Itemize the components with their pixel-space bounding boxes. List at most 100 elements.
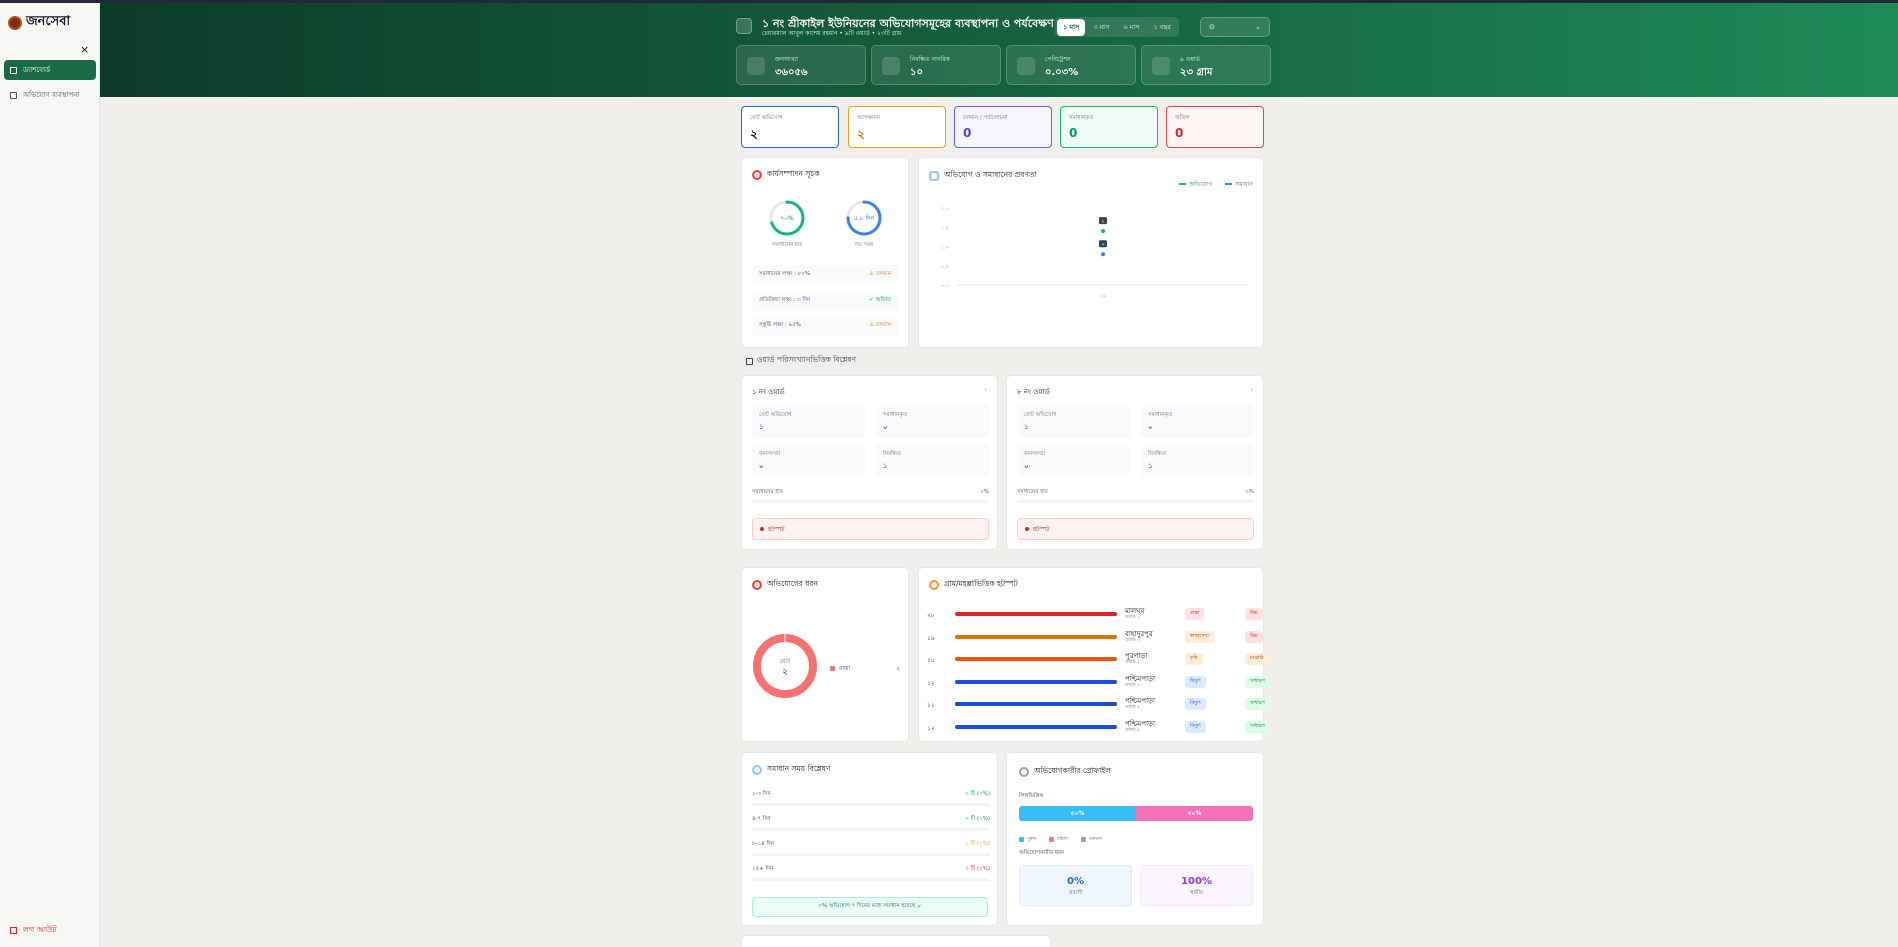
hotspot-row[interactable]: ১২ পশ্চিমপাড়া ওয়ার্ড ২ বিদ্যুৎ সাধারণ [927, 695, 1270, 713]
row-label: ১-৩ দিন [752, 791, 771, 797]
complainant-profile-panel: অভিযোগকারীর প্রোফাইল লিঙ্গভিত্তিক ৫০% ৫০… [1006, 752, 1264, 926]
cell-label: মোট অভিযোগ [759, 412, 792, 418]
users-icon [747, 57, 765, 75]
sidebar-item-label: ড্যাশবোর্ড [23, 66, 51, 74]
row-value: ০ টি (০%) [965, 866, 990, 872]
y-tick-label: ২.০ [941, 206, 949, 212]
location-filter-select[interactable]: ⊙ ⌄ [1200, 17, 1270, 37]
check-icon: ✓ [915, 904, 922, 910]
brand[interactable]: জনসেবা [8, 12, 70, 33]
complainant-type-expat: 0% প্রবাসী [1019, 865, 1132, 906]
hotspot-ward: ওয়ার্ড ৩ [1125, 637, 1140, 643]
resolution-row: ৪-৭ দিন ০ টি (০%) [752, 816, 990, 831]
alert-dot-icon [1025, 527, 1029, 531]
stat-label: নিবন্ধিত নাগরিক [910, 56, 950, 63]
tab-1-month[interactable]: ১ মাস [1057, 18, 1086, 36]
gauge-value: ৭০% [780, 215, 794, 222]
profile-title: অভিযোগকারীর প্রোফাইল [1034, 766, 1111, 775]
chart-icon [1017, 57, 1035, 75]
resolution-row: ১-৩ দিন ০ টি (০%) [752, 791, 990, 806]
row-track [752, 803, 990, 806]
donut-slice-road[interactable] [753, 634, 817, 698]
cell-label: নিবন্ধিত [883, 451, 901, 457]
x-tick-label: ২৫ [1100, 293, 1107, 299]
page-subtitle: চেয়ারম্যান আবুল কাশেম রহমান • ৯টি ওয়ার… [762, 30, 902, 37]
target-icon [752, 170, 762, 180]
ward-stat-cell: নিবন্ধিত ১ [1141, 444, 1254, 477]
logout-icon [10, 927, 17, 934]
avg-time-gauge: ৫.৮ দিন [846, 200, 882, 236]
sidebar-item-complaints[interactable]: অভিযোগ ব্যবস্থাপনা [4, 85, 96, 105]
panel-title: কার্যসম্পাদন সূচক [752, 169, 820, 181]
stat-label: জনসংখ্যা [775, 56, 798, 63]
tab-3-months[interactable]: ৩ মাস [1087, 19, 1115, 36]
hotspot-ward: ওয়ার্ড ১ [1125, 682, 1140, 688]
types-legend-item[interactable]: রাস্তা ২ [830, 663, 900, 674]
status-card-resolved[interactable]: সমাধানকৃত 0 [1060, 106, 1158, 148]
resolution-time-panel: সমাধান সময় বিশ্লেষণ ১-৩ দিন ০ টি (০%) ৪-… [741, 752, 998, 926]
category-badge: স্বাস্থ্যসেবা [1185, 630, 1214, 643]
hotspot-row[interactable]: ১৫ পুরপাড়া ওয়ার্ড ৫ কৃষি মাঝারি [927, 650, 1269, 668]
ward-title: ৮ নং ওয়ার্ড [1017, 388, 1050, 396]
status-card-in-progress[interactable]: চলমান / পর্যালোচনা 0 [954, 106, 1052, 148]
row-value: ০ টি (০%) [965, 841, 990, 847]
kpi-row-status: ⚠ চলমান [869, 322, 891, 330]
y-tick-label: ১.৫ [941, 225, 949, 231]
ward-card-8[interactable]: ৮ নং ওয়ার্ড › মোট অভিযোগ ১ সমাধানকৃত ০ জন… [1006, 375, 1264, 550]
ward-stat-cell: নিবন্ধিত ১ [876, 444, 989, 477]
fire-icon [929, 580, 939, 590]
hotspot-count: ১২ [927, 702, 935, 709]
ward-title: ১ নং ওয়ার্ড [752, 388, 785, 396]
severity-badge: সাধারণ [1245, 698, 1270, 710]
header-stat-penetration: পেনিট্রেশন ০.০৩% [1006, 45, 1136, 85]
chevron-right-icon[interactable]: › [1250, 386, 1253, 394]
cell-label: সমাধানকৃত [1148, 412, 1173, 418]
data-point [1101, 252, 1105, 257]
category-badge: বিদ্যুৎ [1185, 720, 1206, 733]
ward-stat-cell: সমাধানকৃত ০ [1141, 405, 1254, 438]
gender-seg-male[interactable]: ৫০% [1019, 806, 1136, 821]
kpi-row-label: সন্তুষ্টি লক্ষ্য : ৯৫% [759, 322, 801, 328]
chevron-right-icon[interactable]: › [984, 386, 987, 394]
hotspot-row[interactable]: ১২ পশ্চিমপাড়া ওয়ার্ড ৪ বিদ্যুৎ সাধারণ [927, 718, 1270, 736]
hotspot-row[interactable]: ২৮ মালঘর ওয়ার্ড ১ রাস্তা উচ্চ [927, 605, 1267, 623]
hotspot-ward: ওয়ার্ড ৫ [1125, 660, 1140, 665]
stat-value: ০.০৩% [1045, 67, 1079, 78]
sidebar-item-label: অভিযোগ ব্যবস্থাপনা [23, 91, 80, 99]
cell-value: ১ [759, 423, 764, 431]
severity-badge: উচ্চ [1245, 608, 1263, 620]
ward-rate-bar [752, 500, 989, 503]
ward-card-1[interactable]: ১ নং ওয়ার্ড › মোট অভিযোগ ১ সমাধানকৃত ০ জন… [741, 375, 998, 550]
card-label: বাতিল [1175, 115, 1190, 121]
complaint-types-panel: অভিযোগের ধরন মোট ২ রাস্তা ২ [741, 567, 909, 742]
stat-label: পেনিট্রেশন [1045, 56, 1071, 63]
legend-label: মহিলা [1057, 837, 1068, 842]
next-panel-partial [741, 935, 1051, 947]
tab-6-months[interactable]: ৬ মাস [1117, 19, 1145, 36]
cell-value: ১ [883, 462, 888, 470]
warning-icon: ⚠ [869, 271, 876, 277]
panel-title: গ্রাম/মহল্লাভিত্তিক হটস্পট [929, 579, 1018, 591]
status-text: অর্জিত [875, 297, 891, 303]
point-label: ০ [1101, 242, 1104, 248]
tab-1-year[interactable]: ১ বছর [1147, 19, 1176, 36]
ward-rate-bar [1017, 500, 1254, 503]
resolution-rate-gauge: ৭০% [769, 200, 805, 236]
hotspot-row[interactable]: ১২ পশ্চিমপাড়া ওয়ার্ড ১ বিদ্যুৎ সাধারণ [927, 673, 1270, 691]
cell-label: জনসংখ্যা [1024, 451, 1046, 457]
rate-label: সমাধানের হার [1017, 489, 1048, 495]
status-card-total[interactable]: মোট অভিযোগ ২ [741, 106, 839, 148]
logout-button[interactable]: লগ আউট [10, 924, 57, 937]
gender-seg-female[interactable]: ৫০% [1136, 806, 1253, 821]
status-card-pending[interactable]: অপেক্ষমান ২ [848, 106, 946, 148]
header-banner: ১ নং শ্রীকাইল ইউনিয়নের অভিযোগসমূহের ব্য… [100, 3, 1898, 97]
hotspot-row[interactable]: ১৯ বাহাদুরপুর ওয়ার্ড ৩ স্বাস্থ্যসেবা উচ্চ [927, 628, 1267, 646]
sidebar-item-dashboard[interactable]: ড্যাশবোর্ড [4, 60, 96, 80]
stat-value: ৩৬০৫৬ [775, 67, 808, 78]
card-value: 0 [963, 126, 972, 140]
category-badge: বিদ্যুৎ [1185, 675, 1206, 688]
status-card-rejected[interactable]: বাতিল 0 [1166, 106, 1264, 148]
close-icon[interactable]: × [80, 43, 89, 56]
complainant-type-local: 100% স্থানীয় [1140, 865, 1253, 906]
kpi-row-status: ✓ অর্জিত [869, 297, 891, 305]
